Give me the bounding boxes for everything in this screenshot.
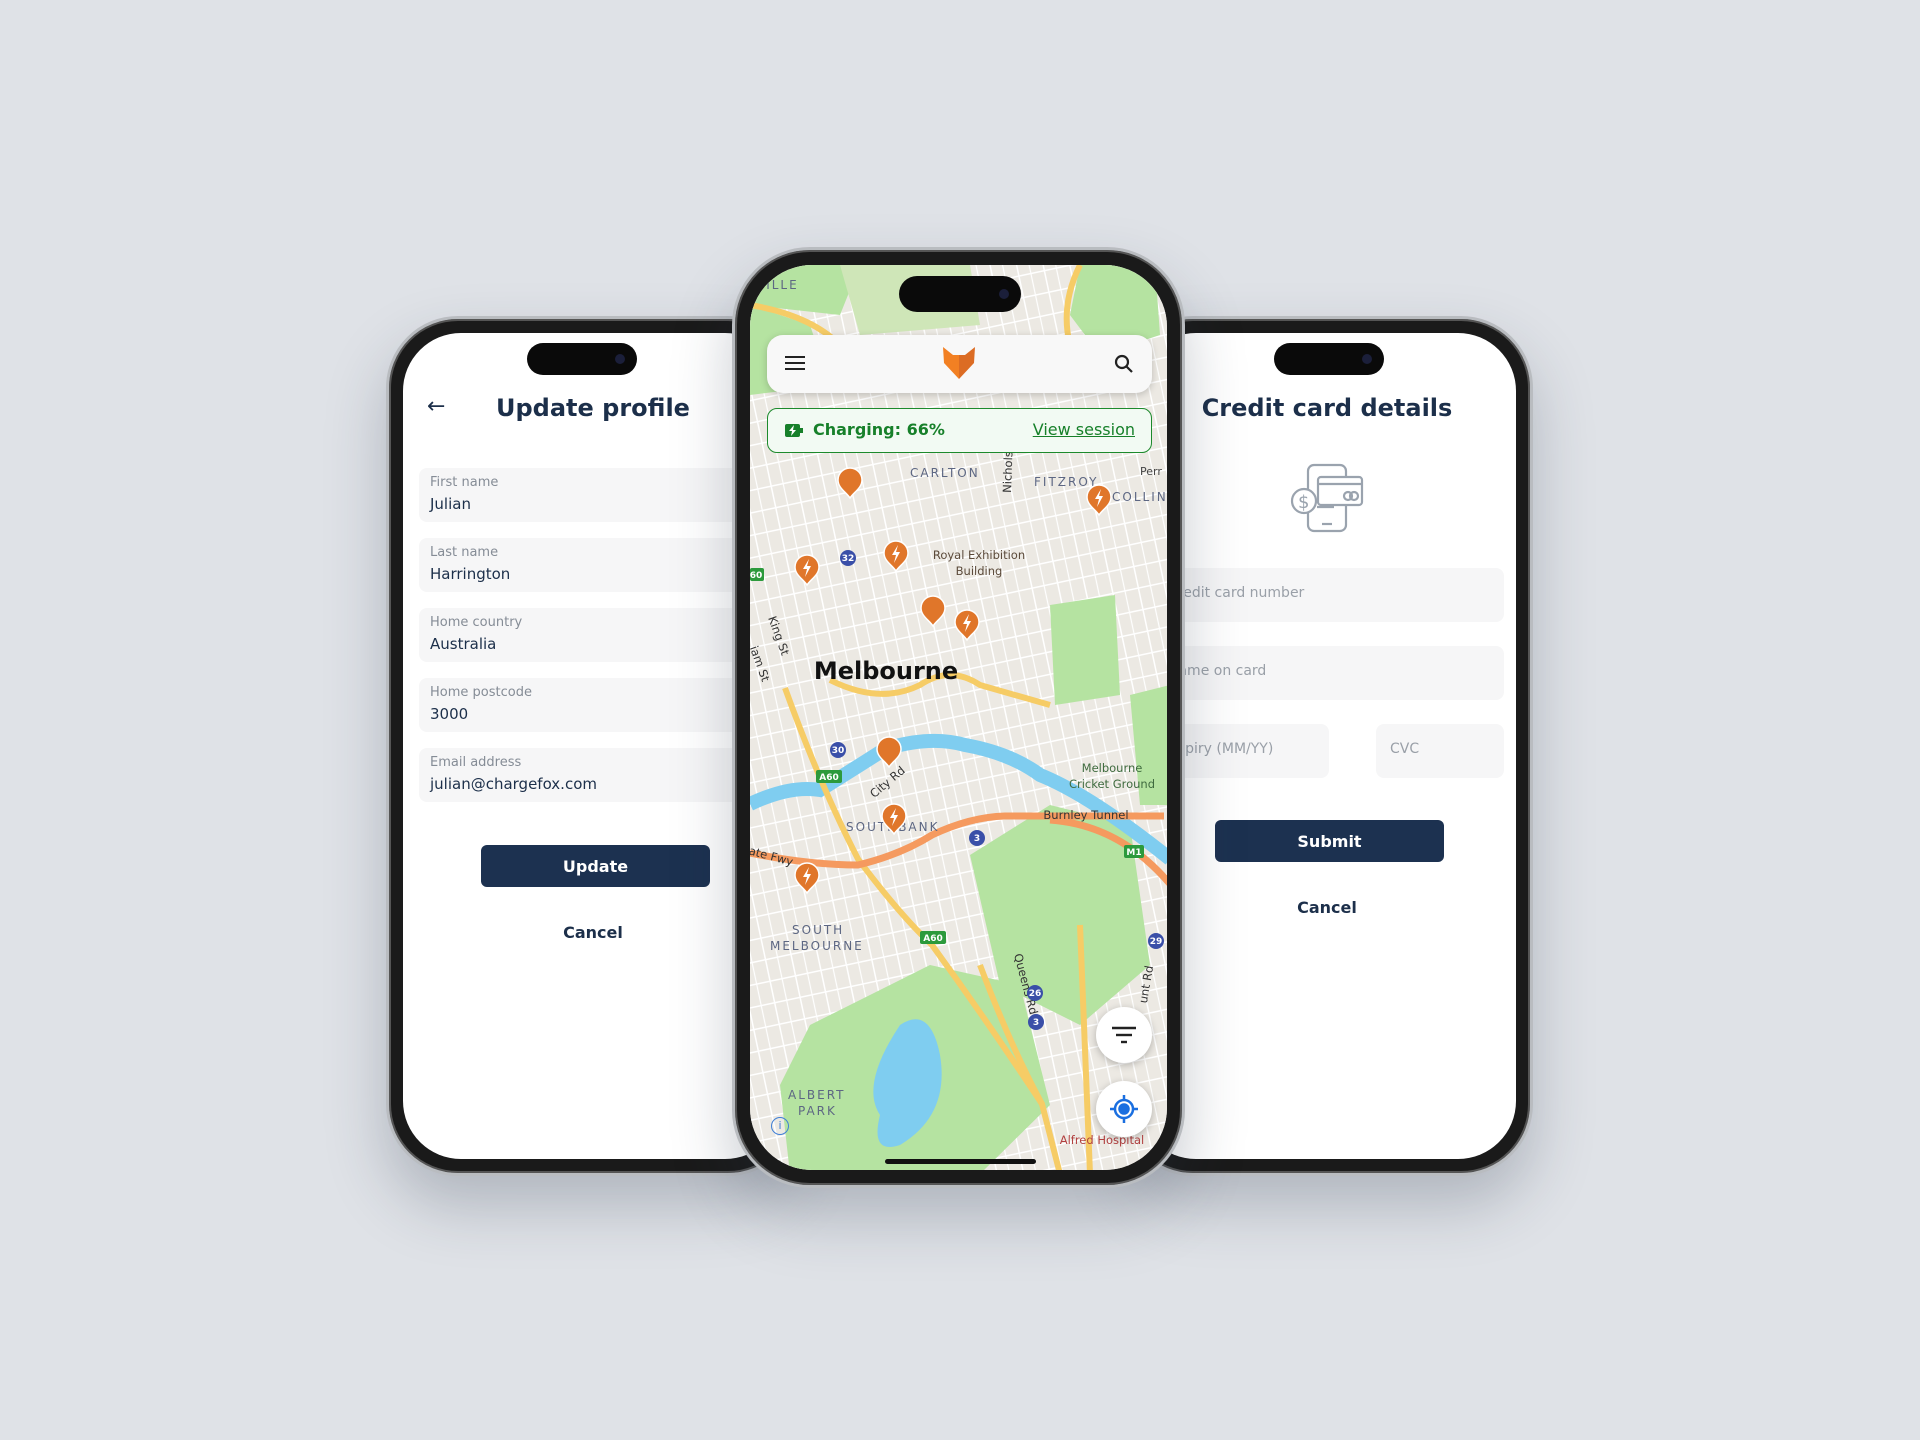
svg-text:VILLE: VILLE [756, 278, 799, 292]
crosshair-location-icon [1110, 1095, 1138, 1123]
placeholder: CVC [1390, 741, 1420, 757]
view-session-link[interactable]: View session [1033, 420, 1135, 439]
dynamic-island [1274, 343, 1384, 375]
svg-text:$: $ [1298, 492, 1309, 513]
svg-text:60: 60 [750, 571, 762, 581]
top-bar [767, 335, 1152, 393]
map-phone: VILLE CARLTON FITZROY COLLING Perr SOUTH… [732, 247, 1185, 1188]
dynamic-island [527, 343, 637, 375]
svg-text:Royal Exhibition: Royal Exhibition [933, 548, 1025, 562]
svg-text:FITZROY: FITZROY [1034, 475, 1098, 489]
cancel-button[interactable]: Cancel [1138, 898, 1516, 917]
search-icon[interactable] [1114, 354, 1134, 374]
field-value: Julian [430, 495, 471, 513]
svg-text:A60: A60 [819, 773, 839, 783]
filter-icon [1112, 1026, 1136, 1044]
svg-text:SOUTH: SOUTH [792, 923, 844, 937]
dynamic-island [899, 276, 1021, 312]
svg-text:26: 26 [1029, 989, 1042, 999]
name-on-card-input[interactable]: Name on card [1154, 646, 1504, 700]
field-label: Email address [430, 755, 522, 770]
svg-text:CARLTON: CARLTON [910, 466, 980, 480]
svg-text:3: 3 [974, 834, 980, 844]
cancel-button[interactable]: Cancel [403, 923, 783, 942]
credit-card-payment-icon: $ [1290, 463, 1364, 533]
card-screen: Credit card details $ Credit card number… [1138, 333, 1516, 1159]
hamburger-menu-icon[interactable] [785, 356, 805, 370]
field-value: Australia [430, 635, 497, 653]
svg-text:3: 3 [1033, 1018, 1039, 1028]
svg-text:MELBOURNE: MELBOURNE [770, 939, 864, 953]
home-indicator [885, 1159, 1036, 1164]
last-name-field[interactable]: Last name Harrington [419, 538, 783, 592]
field-label: Home postcode [430, 685, 532, 700]
svg-text:Melbourne: Melbourne [814, 657, 958, 685]
profile-screen: ← Update profile First name Julian Last n… [403, 333, 783, 1159]
home-country-field[interactable]: Home country Australia [419, 608, 783, 662]
field-label: First name [430, 475, 499, 490]
chargefox-logo-icon [943, 347, 975, 379]
placeholder: Credit card number [1168, 585, 1305, 601]
svg-text:COLLING: COLLING [1112, 490, 1167, 504]
field-label: Last name [430, 545, 499, 560]
svg-text:Building: Building [956, 564, 1003, 578]
battery-charging-icon [785, 424, 803, 437]
filter-button[interactable] [1096, 1007, 1152, 1063]
first-name-field[interactable]: First name Julian [419, 468, 783, 522]
cvc-input[interactable]: CVC [1376, 724, 1504, 778]
info-icon[interactable]: i [771, 1117, 789, 1135]
field-value: julian@chargefox.com [430, 775, 597, 793]
svg-text:Cricket Ground: Cricket Ground [1069, 777, 1155, 791]
svg-text:32: 32 [842, 554, 855, 564]
svg-text:PARK: PARK [798, 1104, 837, 1118]
field-value: Harrington [430, 565, 511, 583]
card-number-input[interactable]: Credit card number [1154, 568, 1504, 622]
svg-text:Melbourne: Melbourne [1082, 761, 1143, 775]
svg-text:30: 30 [832, 746, 845, 756]
svg-text:Burnley Tunnel: Burnley Tunnel [1043, 808, 1128, 822]
locate-me-button[interactable] [1096, 1081, 1152, 1137]
svg-text:ALBERT: ALBERT [788, 1088, 846, 1102]
svg-text:A60: A60 [923, 934, 943, 944]
page-title: Credit card details [1201, 394, 1453, 422]
svg-text:29: 29 [1150, 937, 1163, 947]
field-label: Home country [430, 615, 523, 630]
home-postcode-field[interactable]: Home postcode 3000 [419, 678, 783, 732]
svg-text:Perr: Perr [1140, 465, 1162, 478]
update-button[interactable]: Update [481, 845, 710, 887]
email-field[interactable]: Email address julian@chargefox.com [419, 748, 783, 802]
map-screen: VILLE CARLTON FITZROY COLLING Perr SOUTH… [750, 265, 1167, 1170]
charging-status: Charging: 66% [813, 420, 945, 439]
field-value: 3000 [430, 705, 469, 723]
svg-text:M1: M1 [1126, 848, 1141, 858]
submit-button[interactable]: Submit [1215, 820, 1444, 862]
charging-banner[interactable]: Charging: 66% View session [767, 408, 1152, 453]
page-title: Update profile [496, 394, 690, 422]
